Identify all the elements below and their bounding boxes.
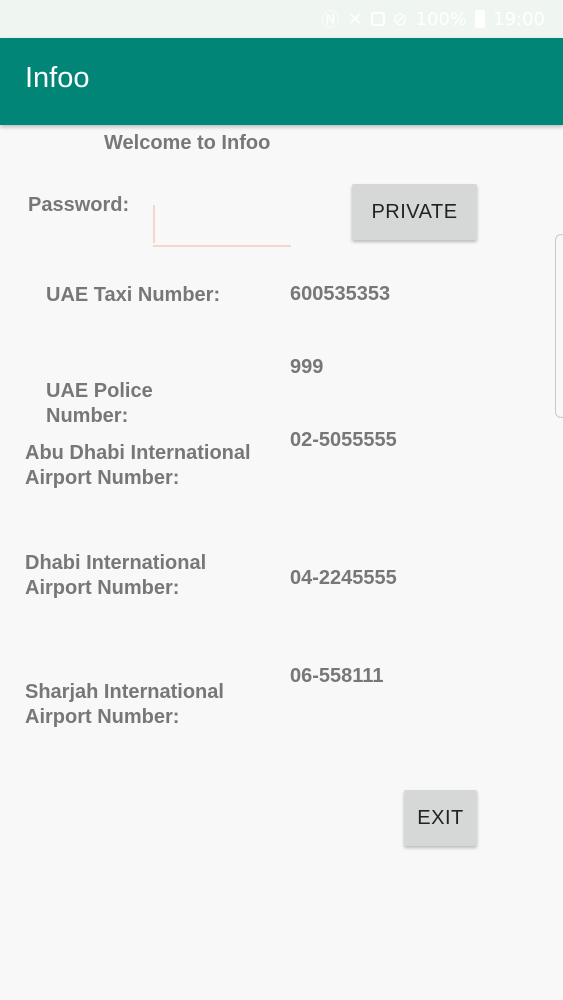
battery-percent: 100% bbox=[415, 8, 468, 30]
nfc-icon: Ⓝ bbox=[321, 10, 340, 31]
sharjah-label-line1: Sharjah International bbox=[25, 681, 224, 703]
abu-dhabi-label-line1: Abu Dhabi International bbox=[25, 442, 251, 464]
mute-icon: ✕ bbox=[347, 8, 363, 30]
sharjah-airport-number: 06-558111 bbox=[290, 665, 384, 687]
abu-dhabi-airport-label: Abu Dhabi International Airport Number: bbox=[25, 441, 251, 491]
sharjah-label-line2: Airport Number: bbox=[25, 706, 180, 728]
abu-dhabi-label-line2: Airport Number: bbox=[25, 467, 180, 489]
taxi-label: UAE Taxi Number: bbox=[46, 284, 221, 306]
welcome-text: Welcome to Infoo bbox=[104, 132, 271, 154]
taxi-number: 600535353 bbox=[290, 283, 391, 305]
battery-icon bbox=[475, 10, 486, 28]
text-cursor bbox=[153, 205, 155, 243]
status-icons: Ⓝ ✕ ⊘ 100% 19:00 bbox=[321, 8, 545, 32]
police-label: UAE Police Number: bbox=[46, 379, 153, 429]
police-number: 999 bbox=[290, 356, 324, 378]
abu-dhabi-airport-number: 02-5055555 bbox=[290, 429, 397, 451]
dhabi-airport-number: 04-2245555 bbox=[290, 567, 397, 589]
password-input[interactable] bbox=[153, 203, 291, 247]
sharjah-airport-label: Sharjah International Airport Number: bbox=[25, 680, 224, 730]
dhabi-label-line1: Dhabi International bbox=[25, 552, 207, 574]
password-label: Password: bbox=[28, 194, 130, 216]
block-icon: ⊘ bbox=[392, 8, 408, 30]
edge-panel-handle[interactable] bbox=[555, 234, 563, 418]
clock: 19:00 bbox=[493, 8, 545, 30]
app-title: Infoo bbox=[25, 62, 90, 94]
dhabi-airport-label: Dhabi International Airport Number: bbox=[25, 551, 206, 601]
exit-button[interactable]: EXIT bbox=[404, 790, 477, 846]
police-label-line1: UAE Police bbox=[46, 380, 153, 402]
app-bar: Infoo bbox=[0, 38, 563, 125]
status-bar: Ⓝ ✕ ⊘ 100% 19:00 bbox=[0, 0, 563, 38]
police-label-line2: Number: bbox=[46, 405, 129, 427]
notification-box-icon bbox=[370, 12, 385, 26]
private-button[interactable]: PRIVATE bbox=[352, 184, 477, 240]
dhabi-label-line2: Airport Number: bbox=[25, 577, 180, 599]
